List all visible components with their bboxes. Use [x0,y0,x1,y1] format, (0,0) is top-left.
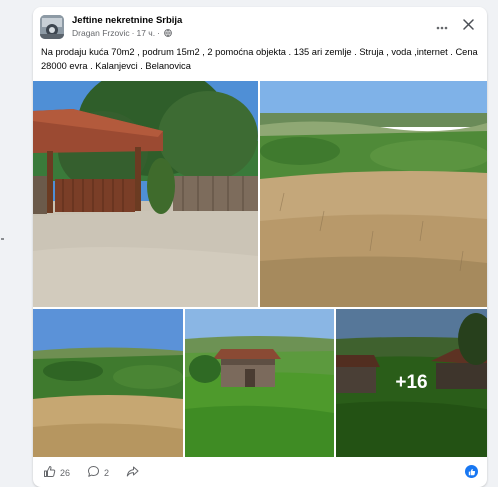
globe-icon [164,29,172,37]
group-name-link[interactable]: Jeftine nekretnine Srbija [72,15,182,26]
like-button[interactable]: 26 [43,465,70,480]
photo-hills[interactable] [33,309,183,457]
meta-separator-2: · [157,28,160,38]
photo-gate[interactable] [33,81,258,307]
close-button[interactable] [457,15,479,37]
react-button[interactable] [465,465,478,478]
share-button[interactable] [126,465,139,480]
thumbs-up-icon [468,463,476,481]
post-card: Jeftine nekretnine Srbija Dragan Frzovic… [33,7,487,487]
comments-count: 2 [104,467,110,478]
group-avatar[interactable] [40,15,64,39]
more-photos-overlay[interactable]: +16 [336,309,487,457]
author-name-link[interactable]: Dragan Frzovic [72,28,130,38]
close-icon [462,17,474,35]
comment-icon [87,465,100,480]
post-text: Na prodaju kuća 70m2 , podrum 15m2 , 2 p… [41,47,478,71]
photo-field[interactable] [260,81,487,307]
post-time-link[interactable]: 17 ч. [136,28,155,38]
more-horizontal-icon [436,17,448,35]
post-header: Jeftine nekretnine Srbija Dragan Frzovic… [33,7,487,47]
edge-marker [1,238,4,240]
photo-house[interactable] [185,309,334,457]
more-options-button[interactable] [431,15,453,37]
comment-button[interactable]: 2 [87,465,109,480]
share-icon [126,465,139,480]
photo-more[interactable]: +16 [336,309,487,457]
thumbs-up-icon [43,465,56,480]
post-footer: 26 2 [33,457,487,487]
meta-separator: · [131,28,135,38]
reactions-count: 26 [60,467,71,478]
post-meta: Dragan Frzovic · 17 ч. · [72,28,172,38]
